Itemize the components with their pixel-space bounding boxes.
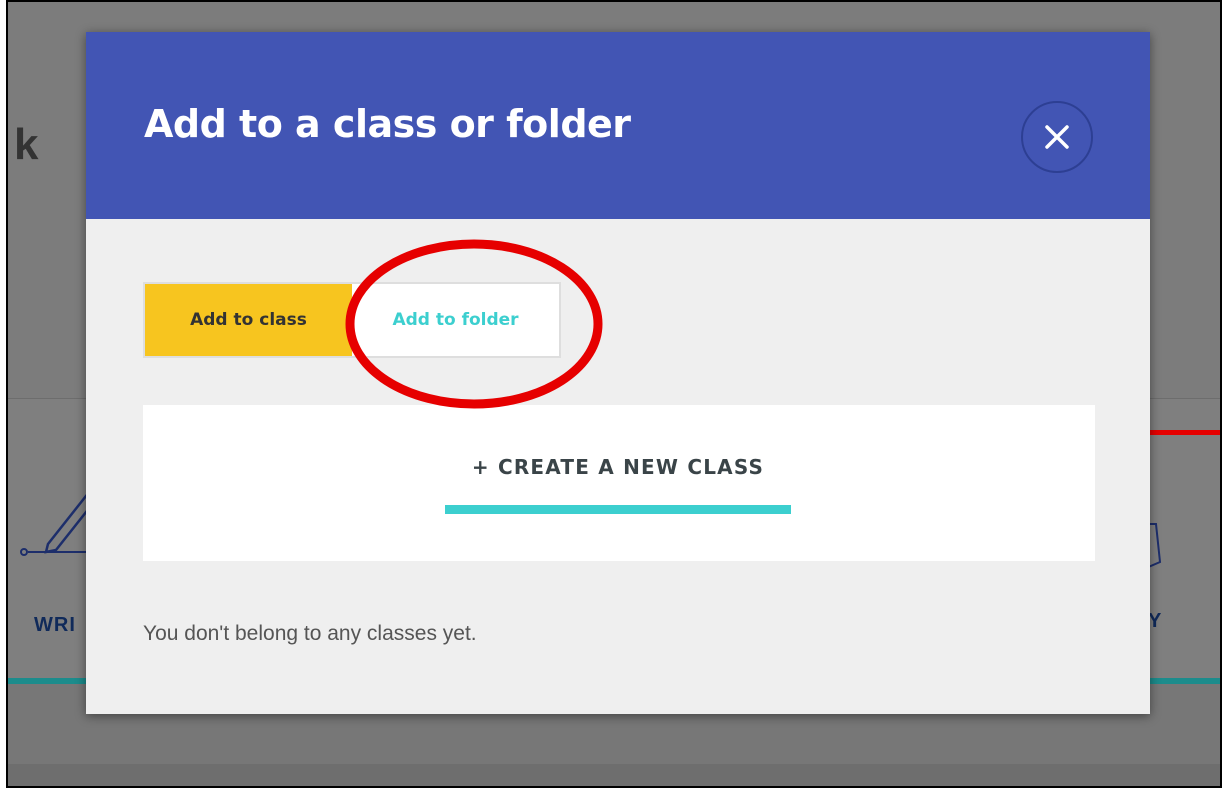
write-mode-label: WRI: [34, 614, 76, 636]
background-bottom-strip: [8, 764, 1220, 786]
create-new-class-button[interactable]: + CREATE A NEW CLASS: [445, 449, 791, 517]
annotation-arrow: [1138, 430, 1220, 435]
close-button[interactable]: [1021, 101, 1093, 173]
no-classes-message: You don't belong to any classes yet.: [143, 622, 477, 645]
right-mode-label: Y: [1148, 610, 1162, 632]
tab-add-to-class[interactable]: Add to class: [145, 284, 352, 356]
tab-add-to-folder[interactable]: Add to folder: [352, 284, 559, 356]
add-tabs: Add to class Add to folder: [143, 282, 561, 358]
create-class-panel: + CREATE A NEW CLASS: [143, 405, 1095, 561]
screenshot-frame: k WRI Y Add to a class or folder Add to …: [6, 0, 1222, 788]
modal-title: Add to a class or folder: [144, 102, 631, 146]
background-heading: k: [14, 120, 39, 169]
add-to-class-or-folder-modal: Add to a class or folder Add to class Ad…: [86, 32, 1150, 714]
create-new-class-underline: [445, 505, 791, 514]
create-new-class-label: + CREATE A NEW CLASS: [471, 455, 765, 479]
close-icon: [1045, 125, 1069, 149]
modal-header: Add to a class or folder: [86, 32, 1150, 219]
